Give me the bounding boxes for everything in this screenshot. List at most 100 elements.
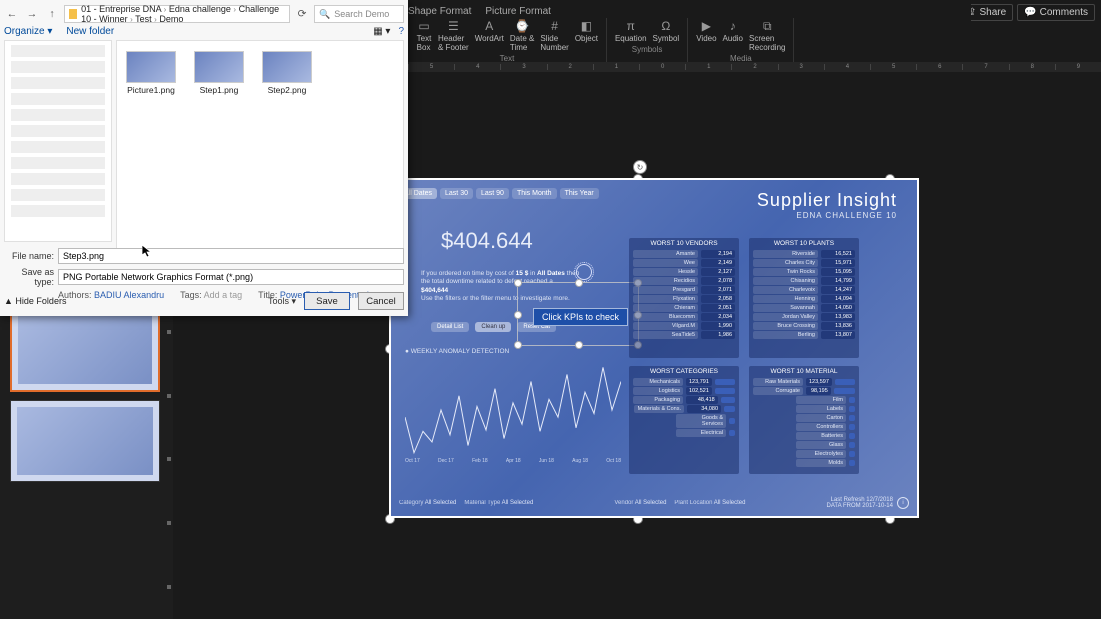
table-row: Riverside16,521: [753, 250, 855, 258]
table-row: Electrolytes: [753, 450, 855, 458]
filter-pill[interactable]: Last 90: [476, 188, 509, 199]
file-item[interactable]: Picture1.png: [127, 51, 175, 251]
wordart-button[interactable]: AWordArt: [475, 18, 504, 52]
filename-input[interactable]: [58, 248, 404, 264]
table-row: Charlevoix14,247: [753, 286, 855, 294]
comments-button[interactable]: 💬Comments: [1017, 4, 1095, 21]
table-row: Molds: [753, 459, 855, 467]
comment-icon: 💬: [1024, 7, 1036, 18]
equation-icon: π: [623, 18, 639, 34]
equation-button[interactable]: πEquation: [615, 18, 647, 43]
symbol-icon: Ω: [658, 18, 674, 34]
table-row: Raw Materials123,597: [753, 378, 855, 386]
panel-vendors: WORST 10 VENDORS Amante2,194Wee2,149Hess…: [629, 238, 739, 358]
tools-dropdown[interactable]: Tools ▾: [268, 296, 296, 307]
slide-thumbnail-pane: [0, 300, 170, 619]
headline-value: $404.644: [441, 228, 533, 254]
tab-picture-format[interactable]: Picture Format: [485, 6, 551, 17]
table-row: Vilgard.M1,990: [633, 322, 735, 330]
dashboard-footer: Category All Selected Material Type All …: [399, 494, 909, 512]
video-icon: ▶: [698, 18, 714, 34]
newfolder-button[interactable]: New folder: [66, 26, 114, 37]
textbox-button[interactable]: ▭Text Box: [416, 18, 432, 52]
table-row: Batteries: [753, 432, 855, 440]
table-row: Labels: [753, 405, 855, 413]
nav-forward-button[interactable]: →: [24, 6, 40, 22]
address-bar[interactable]: 01 - Entreprise DNA › Edna challenge › C…: [64, 5, 290, 23]
textbox-icon: ▭: [416, 18, 432, 34]
datetime-icon: ⌚: [514, 18, 530, 34]
slidenumber-icon: #: [547, 18, 563, 34]
filter-pill[interactable]: This Month: [512, 188, 557, 199]
file-item[interactable]: Step1.png: [195, 51, 243, 251]
dashboard-image: All DatesLast 30Last 90This MonthThis Ye…: [391, 180, 917, 516]
cancel-button[interactable]: Cancel: [358, 292, 404, 310]
headerfooter-icon: ☰: [445, 18, 461, 34]
table-row: Logistics102,521: [633, 387, 735, 395]
mini-button[interactable]: Detail List: [431, 322, 469, 332]
file-item[interactable]: Step2.png: [263, 51, 311, 251]
callout-label[interactable]: Click KPIs to check: [533, 308, 628, 326]
table-row: Twin Rocks15,095: [753, 268, 855, 276]
wordart-icon: A: [481, 18, 497, 34]
slide-thumbnail-1[interactable]: [10, 308, 160, 392]
filter-pill[interactable]: Last 30: [440, 188, 473, 199]
save-as-dialog: ← → ↑ 01 - Entreprise DNA › Edna challen…: [0, 0, 408, 316]
folder-icon: [69, 9, 77, 19]
object-icon: ◧: [578, 18, 594, 34]
object-button[interactable]: ◧Object: [575, 18, 598, 52]
table-row: SeaTide51,986: [633, 331, 735, 339]
slide: All DatesLast 30Last 90This MonthThis Ye…: [389, 178, 919, 518]
weekly-chart: ● WEEKLY ANOMALY DETECTION Oct 17Dec 17F…: [405, 348, 621, 468]
panel-categories: WORST CATEGORIES Mechanicals123,791Logis…: [629, 366, 739, 474]
table-row: Charles City15,971: [753, 259, 855, 267]
screenrec-button[interactable]: ⧉Screen Recording: [749, 18, 785, 52]
info-icon[interactable]: i: [897, 497, 909, 509]
save-button[interactable]: Save: [304, 292, 350, 310]
organize-button[interactable]: Organize ▾: [4, 26, 52, 37]
table-row: Glass: [753, 441, 855, 449]
symbol-button[interactable]: ΩSymbol: [653, 18, 680, 43]
horizontal-ruler: 543210123456789: [408, 62, 1101, 72]
filter-pill[interactable]: This Year: [560, 188, 599, 199]
rotate-handle[interactable]: ↻: [633, 160, 647, 174]
tab-shape-format[interactable]: Shape Format: [408, 6, 471, 17]
table-row: Chieram2,051: [633, 304, 735, 312]
dashboard-title: Supplier Insight EDNA CHALLENGE 10: [757, 190, 897, 220]
nav-back-button[interactable]: ←: [4, 6, 20, 22]
group-symbols-label: Symbols: [632, 45, 663, 54]
table-row: Materials & Cons.34,080: [633, 405, 735, 413]
slide-thumbnail-2[interactable]: [10, 400, 160, 482]
table-row: Packaging48,418: [633, 396, 735, 404]
datetime-button[interactable]: ⌚Date & Time: [510, 18, 534, 52]
search-icon: 🔍: [319, 9, 330, 20]
audio-button[interactable]: ♪Audio: [723, 18, 743, 52]
screenrec-icon: ⧉: [759, 18, 775, 34]
table-row: Goods & Services: [633, 414, 735, 428]
audio-icon: ♪: [725, 18, 741, 34]
view-icon[interactable]: ▦ ▾: [373, 26, 390, 37]
saveastype-input[interactable]: [58, 269, 404, 285]
video-button[interactable]: ▶Video: [696, 18, 716, 52]
vertical-ruler: [165, 300, 173, 619]
table-row: Electrical: [633, 429, 735, 437]
nav-up-button[interactable]: ↑: [44, 6, 60, 22]
table-row: Bluecomm2,034: [633, 313, 735, 321]
table-row: Mechanicals123,791: [633, 378, 735, 386]
saveastype-label: Save as type:: [4, 267, 58, 287]
headerfooter-button[interactable]: ☰Header & Footer: [438, 18, 469, 52]
help-icon[interactable]: ?: [398, 26, 404, 37]
file-list[interactable]: Picture1.png Step1.png Step2.png: [116, 40, 404, 262]
table-row: Chisaning14,799: [753, 277, 855, 285]
search-input[interactable]: 🔍 Search Demo: [314, 5, 404, 23]
table-row: Wee2,149: [633, 259, 735, 267]
refresh-button[interactable]: ⟳: [294, 6, 310, 22]
hide-folders-button[interactable]: ▲ Hide Folders: [4, 296, 66, 306]
folder-tree[interactable]: [4, 40, 112, 242]
table-row: Flyxation2,058: [633, 295, 735, 303]
table-row: Berling13,807: [753, 331, 855, 339]
table-row: Jordan Valley13,983: [753, 313, 855, 321]
table-row: Hessle2,127: [633, 268, 735, 276]
slidenumber-button[interactable]: #Slide Number: [540, 18, 568, 52]
mini-button[interactable]: Clean up: [475, 322, 511, 332]
